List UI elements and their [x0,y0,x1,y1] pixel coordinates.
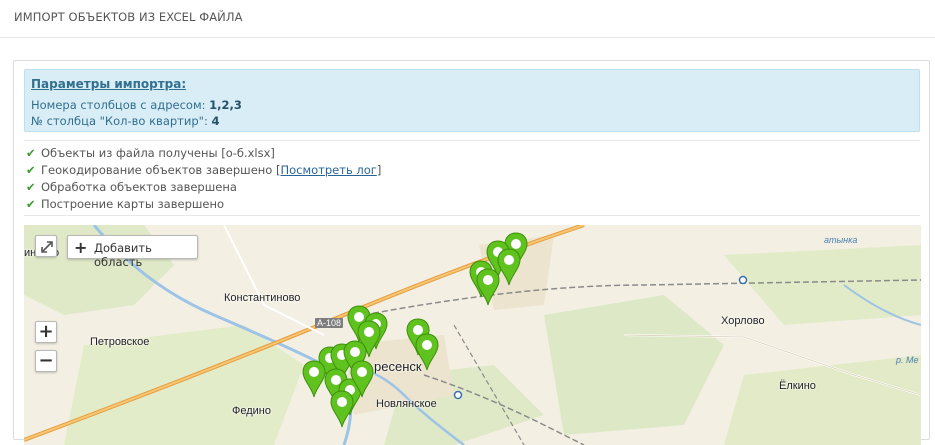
page-header: ИМПОРТ ОБЪЕКТОВ ИЗ EXCEL ФАЙЛА [0,0,935,38]
status-text: Объекты из файла получены [о-б.xlsx] [41,146,275,160]
add-area-button[interactable]: + Добавить область [67,235,198,269]
fullscreen-button[interactable] [35,235,57,257]
marker-icon [497,248,521,286]
zoom-in-button[interactable]: + [35,321,57,343]
address-columns-line: Номера столбцов с адресом: 1,2,3 [31,98,242,112]
address-columns-label: Номера столбцов с адресом: [31,98,206,112]
zoom-out-button[interactable]: − [35,350,57,372]
view-log-link[interactable]: Посмотреть лог [280,163,376,177]
apartments-column-line: № столбца "Кол-во квартир": 4 [31,114,219,128]
apartments-column-value: 4 [211,114,220,128]
plus-icon: + [74,238,88,257]
address-columns-value: 1,2,3 [209,98,242,112]
import-panel: Параметры импортра: Номера столбцов с ад… [13,60,930,445]
checkmark-icon: ✔ [26,180,36,194]
status-map-built: ✔ Построение карты завершено [26,197,224,213]
apartments-column-label: № столбца "Кол-во квартир": [31,114,208,128]
status-suffix: ] [376,163,382,177]
status-text: Построение карты завершено [41,197,225,211]
objects-map[interactable]: инково Константиново Петровское Хорлово … [24,225,921,445]
import-params-box: Параметры импортра: Номера столбцов с ад… [24,69,920,132]
checkmark-icon: ✔ [26,163,36,177]
status-file-received: ✔ Объекты из файла получены [о-б.xlsx] [26,146,275,162]
marker-icon [302,360,326,398]
status-processing-done: ✔ Обработка объектов завершена [26,180,237,196]
params-title: Параметры импортра: [31,77,187,91]
checkmark-icon: ✔ [26,197,36,211]
status-text: Обработка объектов завершена [41,180,237,194]
status-geocoding-done: ✔ Геокодирование объектов завершено [Посм… [26,163,381,179]
divider [24,215,920,216]
divider [24,140,920,141]
page-title: ИМПОРТ ОБЪЕКТОВ ИЗ EXCEL ФАЙЛА [14,10,243,24]
expand-icon [41,241,53,253]
marker-icon [415,333,439,371]
add-area-label: Добавить область [94,241,152,269]
checkmark-icon: ✔ [26,146,36,160]
status-text: Геокодирование объектов завершено [ [41,163,281,177]
marker-icon [476,268,500,306]
